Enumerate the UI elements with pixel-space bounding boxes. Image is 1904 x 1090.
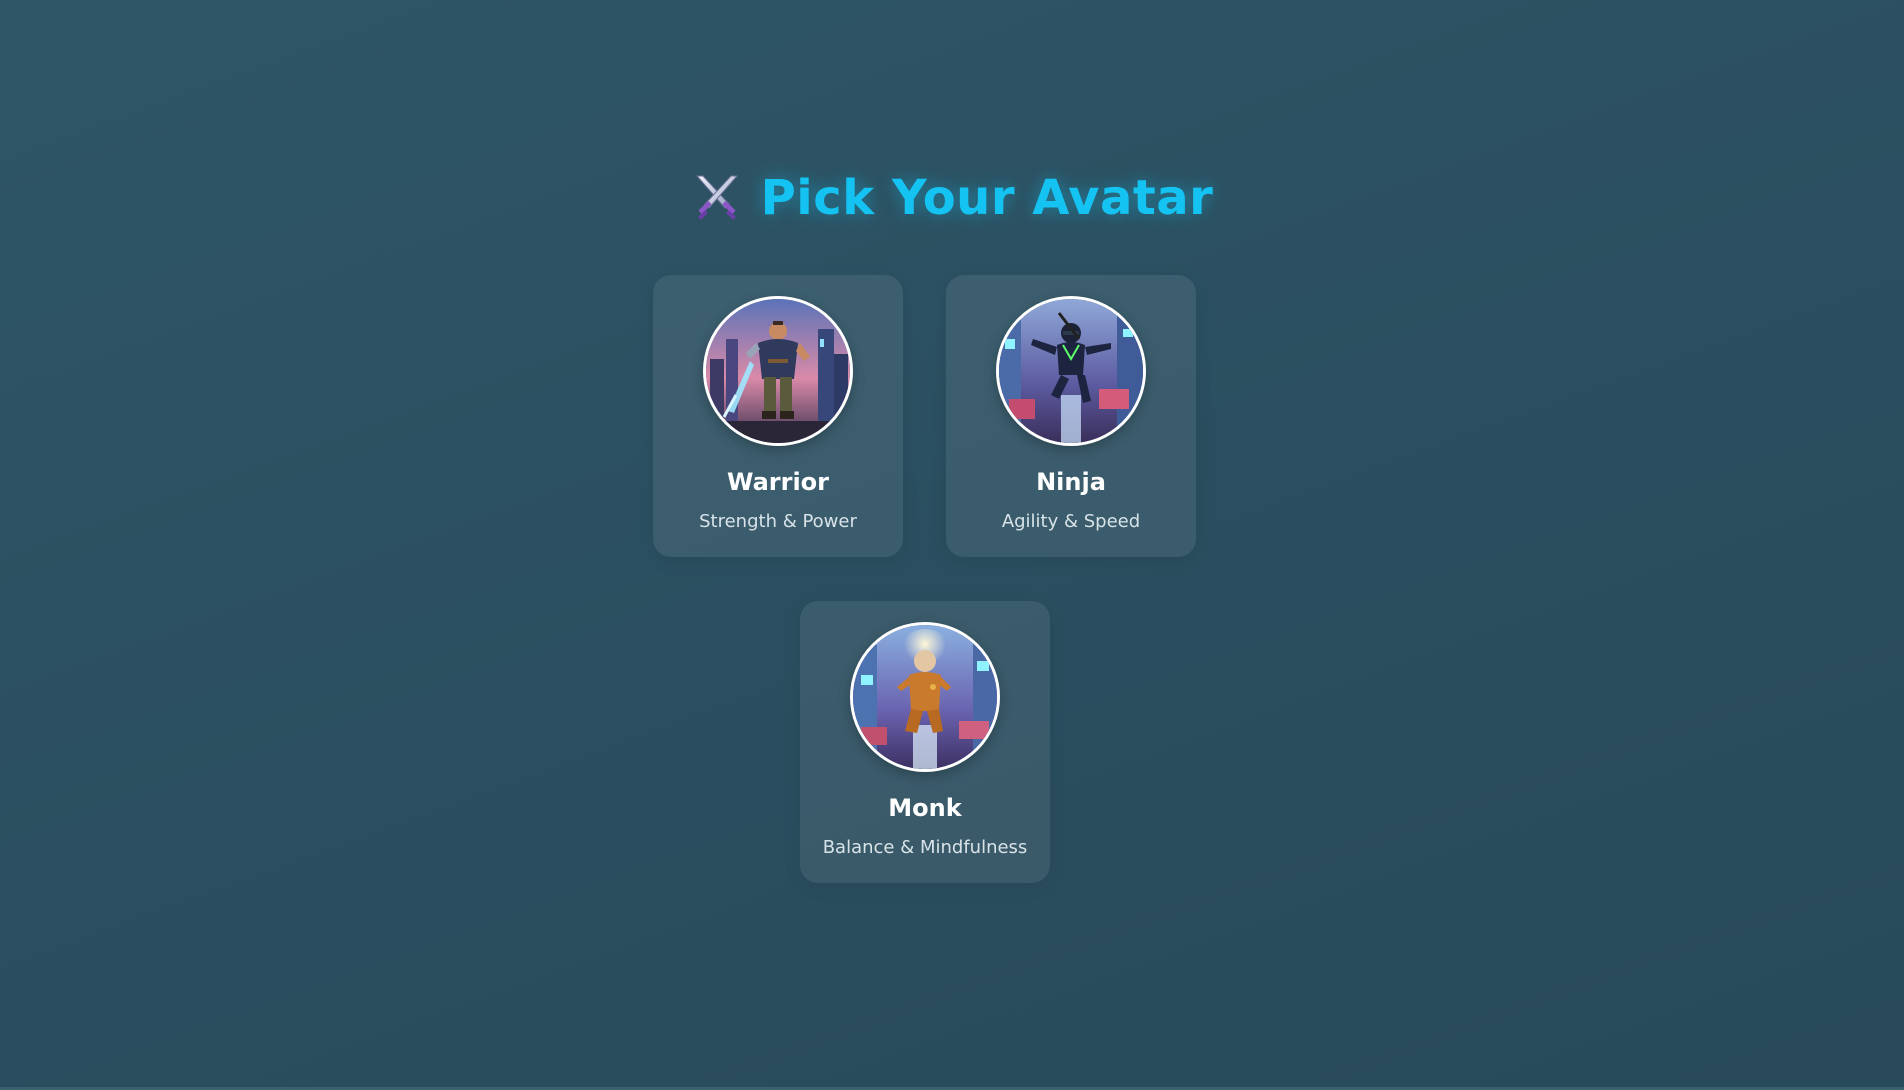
crossed-swords-icon (691, 172, 743, 224)
avatar-description: Balance & Mindfulness (822, 837, 1028, 858)
page-title: Pick Your Avatar (760, 170, 1214, 226)
avatar-selection-page: Pick Your Avatar Warrior Strength & Powe… (0, 0, 1904, 1090)
avatar-name: Monk (888, 794, 962, 822)
avatar-description: Strength & Power (699, 511, 857, 532)
avatar-description: Agility & Speed (1001, 511, 1141, 532)
avatar-card-ninja[interactable]: Ninja Agility & Speed (946, 275, 1196, 557)
avatar-card-monk[interactable]: Monk Balance & Mindfulness (800, 601, 1050, 883)
avatar-card-warrior[interactable]: Warrior Strength & Power (653, 275, 903, 557)
ninja-portrait (996, 296, 1146, 446)
avatar-name: Warrior (726, 468, 830, 496)
warrior-portrait (703, 296, 853, 446)
monk-portrait (850, 622, 1000, 772)
avatar-name: Ninja (1036, 468, 1106, 496)
page-header: Pick Your Avatar (0, 170, 1904, 226)
